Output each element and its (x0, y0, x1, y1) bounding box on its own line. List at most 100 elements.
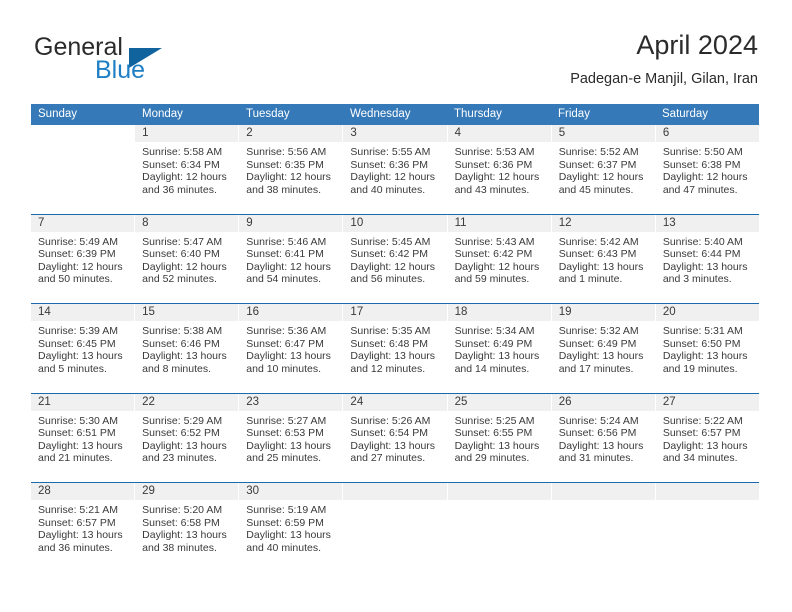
sunrise-text: Sunrise: 5:42 AM (558, 235, 639, 248)
sunrise-text: Sunrise: 5:19 AM (246, 504, 327, 516)
sunrise-text: Sunrise: 5:39 AM (38, 325, 118, 337)
day-number: 17 (343, 304, 447, 321)
day-cell-empty (31, 125, 135, 214)
day-cell[interactable]: 28 Sunrise: 5:21 AM Sunset: 6:57 PM Dayligh… (31, 483, 135, 572)
weekday-header-friday: Friday (558, 108, 590, 120)
calendar-week-row: 28 Sunrise: 5:21 AM Sunset: 6:57 PM Dayligh… (31, 482, 759, 572)
day-cell[interactable]: 22 Sunrise: 5:29 AM Sunset: 6:52 PM Dayligh… (134, 393, 239, 482)
sunrise-text: Sunrise: 5:56 AM (246, 146, 327, 158)
daylight-text: Daylight: 13 hours and 5 minutes. (38, 350, 123, 375)
day-cell[interactable]: 11 Sunrise: 5:43 AM Sunset: 6:42 PM Dayligh… (446, 214, 551, 303)
sunset-text: Sunset: 6:41 PM (246, 248, 324, 261)
daylight-text: Daylight: 13 hours and 19 minutes. (662, 350, 748, 375)
day-info: Sunrise: 5:58 AM Sunset: 6:34 PM Daylight:… (135, 142, 238, 196)
day-cell[interactable]: 16 Sunrise: 5:36 AM Sunset: 6:47 PM Dayligh… (238, 304, 343, 393)
sunrise-text: Sunrise: 5:38 AM (142, 325, 223, 337)
calendar-week-row: 7 Sunrise: 5:49 AM Sunset: 6:39 PM Daylight… (31, 213, 759, 303)
day-cell[interactable]: 26 Sunrise: 5:24 AM Sunset: 6:56 PM Dayligh… (550, 393, 655, 482)
sunrise-text: Sunrise: 5:34 AM (454, 325, 535, 337)
sunset-text: Sunset: 6:54 PM (350, 427, 429, 440)
weekday-header-row: Sunday Monday Tuesday Wednesday Thursday Frid… (31, 104, 759, 125)
sunrise-text: Sunrise: 5:58 AM (142, 146, 223, 158)
day-cell[interactable]: 12 Sunrise: 5:42 AM Sunset: 6:43 PM Dayligh… (550, 214, 655, 303)
page-title: April 2024 (636, 30, 758, 60)
calendar-week-row: 14 Sunrise: 5:39 AM Sunset: 6:45 PM Dayligh… (31, 303, 759, 393)
sunset-text: Sunset: 6:42 PM (454, 248, 533, 261)
daylight-text: Daylight: 13 hours and 10 minutes. (246, 350, 331, 375)
day-number: 1 (135, 125, 239, 142)
day-cell[interactable]: 4 Sunrise: 5:53 AM Sunset: 6:36 PM Daylight… (446, 125, 551, 214)
daylight-text: Daylight: 13 hours and 25 minutes. (246, 439, 331, 465)
sunrise-text: Sunrise: 5:35 AM (350, 325, 431, 337)
general-blue-logo[interactable]: General Blue (34, 34, 244, 90)
day-number: 21 (31, 393, 135, 411)
day-info: Sunrise: 5:39 AM Sunset: 6:45 PM Daylight:… (31, 321, 134, 375)
day-cell[interactable]: 23 Sunrise: 5:27 AM Sunset: 6:53 PM Dayligh… (238, 393, 343, 482)
day-cell[interactable]: 25 Sunrise: 5:25 AM Sunset: 6:55 PM Dayligh… (446, 393, 551, 482)
day-number: 5 (551, 125, 655, 142)
daylight-text: Daylight: 12 hours and 38 minutes. (246, 171, 331, 196)
day-cell[interactable]: 20 Sunrise: 5:31 AM Sunset: 6:50 PM Dayligh… (654, 304, 759, 393)
sunrise-text: Sunrise: 5:27 AM (246, 414, 327, 427)
day-cell[interactable]: 10 Sunrise: 5:45 AM Sunset: 6:42 PM Dayligh… (342, 214, 447, 303)
day-cell[interactable]: 5 Sunrise: 5:52 AM Sunset: 6:37 PM Daylight… (550, 125, 655, 214)
day-number: 3 (343, 125, 447, 142)
day-cell[interactable]: 21 Sunrise: 5:30 AM Sunset: 6:51 PM Dayligh… (31, 393, 135, 482)
day-cell[interactable]: 8 Sunrise: 5:47 AM Sunset: 6:40 PM Daylight… (134, 214, 239, 303)
day-cell[interactable]: 6 Sunrise: 5:50 AM Sunset: 6:38 PM Daylight… (654, 125, 759, 214)
sunset-text: Sunset: 6:57 PM (38, 516, 116, 529)
calendar-grid: Sunday Monday Tuesday Wednesday Thursday Frid… (31, 104, 759, 572)
daylight-text: Daylight: 13 hours and 21 minutes. (38, 439, 123, 465)
day-number: 23 (239, 393, 343, 411)
day-number: 9 (239, 214, 343, 232)
day-info: Sunrise: 5:43 AM Sunset: 6:42 PM Daylight:… (448, 232, 551, 286)
day-number: 25 (447, 393, 551, 411)
sunrise-text: Sunrise: 5:53 AM (454, 146, 535, 158)
sunset-text: Sunset: 6:39 PM (38, 248, 116, 261)
day-info: Sunrise: 5:31 AM Sunset: 6:50 PM Daylight:… (656, 321, 759, 375)
day-number: 20 (655, 304, 759, 321)
daylight-text: Daylight: 12 hours and 45 minutes. (558, 171, 644, 196)
day-cell[interactable]: 27 Sunrise: 5:22 AM Sunset: 6:57 PM Dayligh… (654, 393, 759, 482)
day-cell[interactable]: 3 Sunrise: 5:55 AM Sunset: 6:36 PM Daylight… (342, 125, 447, 214)
day-info: Sunrise: 5:52 AM Sunset: 6:37 PM Daylight:… (552, 142, 655, 196)
day-cell[interactable]: 7 Sunrise: 5:49 AM Sunset: 6:39 PM Daylight… (31, 214, 135, 303)
day-cell-empty (654, 483, 759, 572)
sunrise-text: Sunrise: 5:24 AM (558, 414, 639, 427)
day-info: Sunrise: 5:38 AM Sunset: 6:46 PM Daylight:… (135, 321, 238, 375)
daylight-text: Daylight: 13 hours and 40 minutes. (246, 529, 331, 554)
day-cell[interactable]: 24 Sunrise: 5:26 AM Sunset: 6:54 PM Dayligh… (342, 393, 447, 482)
sunset-text: Sunset: 6:47 PM (246, 337, 324, 350)
calendar-weeks: 1 Sunrise: 5:58 AM Sunset: 6:34 PM Daylight… (31, 125, 759, 572)
sunset-text: Sunset: 6:42 PM (350, 248, 429, 261)
day-cell[interactable]: 30 Sunrise: 5:19 AM Sunset: 6:59 PM Dayligh… (238, 483, 343, 572)
day-cell-empty (342, 483, 447, 572)
day-number: 13 (655, 214, 759, 232)
day-info: Sunrise: 5:53 AM Sunset: 6:36 PM Daylight:… (448, 142, 551, 196)
day-cell[interactable]: 2 Sunrise: 5:56 AM Sunset: 6:35 PM Daylight… (238, 125, 343, 214)
sunset-text: Sunset: 6:50 PM (662, 337, 741, 350)
day-number: 24 (343, 393, 447, 411)
day-cell[interactable]: 17 Sunrise: 5:35 AM Sunset: 6:48 PM Dayligh… (342, 304, 447, 393)
day-cell[interactable]: 13 Sunrise: 5:40 AM Sunset: 6:44 PM Dayligh… (654, 214, 759, 303)
day-number: 27 (655, 393, 759, 411)
sunset-text: Sunset: 6:35 PM (246, 158, 324, 171)
weekday-header-wednesday: Wednesday (350, 108, 411, 120)
sunrise-text: Sunrise: 5:31 AM (662, 325, 743, 337)
day-number: 18 (447, 304, 551, 321)
day-info: Sunrise: 5:46 AM Sunset: 6:41 PM Daylight:… (239, 232, 342, 286)
daylight-text: Daylight: 13 hours and 38 minutes. (142, 529, 227, 554)
daylight-text: Daylight: 13 hours and 1 minute. (558, 260, 644, 286)
day-cell[interactable]: 29 Sunrise: 5:20 AM Sunset: 6:58 PM Dayligh… (134, 483, 239, 572)
calendar-week-row: 21 Sunrise: 5:30 AM Sunset: 6:51 PM Dayligh… (31, 392, 759, 482)
day-cell[interactable]: 14 Sunrise: 5:39 AM Sunset: 6:45 PM Dayligh… (31, 304, 135, 393)
day-cell[interactable]: 18 Sunrise: 5:34 AM Sunset: 6:49 PM Dayligh… (446, 304, 551, 393)
day-cell[interactable]: 1 Sunrise: 5:58 AM Sunset: 6:34 PM Daylight… (134, 125, 239, 214)
day-cell[interactable]: 15 Sunrise: 5:38 AM Sunset: 6:46 PM Dayligh… (134, 304, 239, 393)
day-number: 30 (239, 483, 343, 500)
day-info: Sunrise: 5:49 AM Sunset: 6:39 PM Daylight:… (31, 232, 134, 286)
day-cell-empty (446, 483, 551, 572)
day-number: 29 (135, 483, 239, 500)
day-cell[interactable]: 19 Sunrise: 5:32 AM Sunset: 6:49 PM Dayligh… (550, 304, 655, 393)
day-cell[interactable]: 9 Sunrise: 5:46 AM Sunset: 6:41 PM Daylight… (238, 214, 343, 303)
